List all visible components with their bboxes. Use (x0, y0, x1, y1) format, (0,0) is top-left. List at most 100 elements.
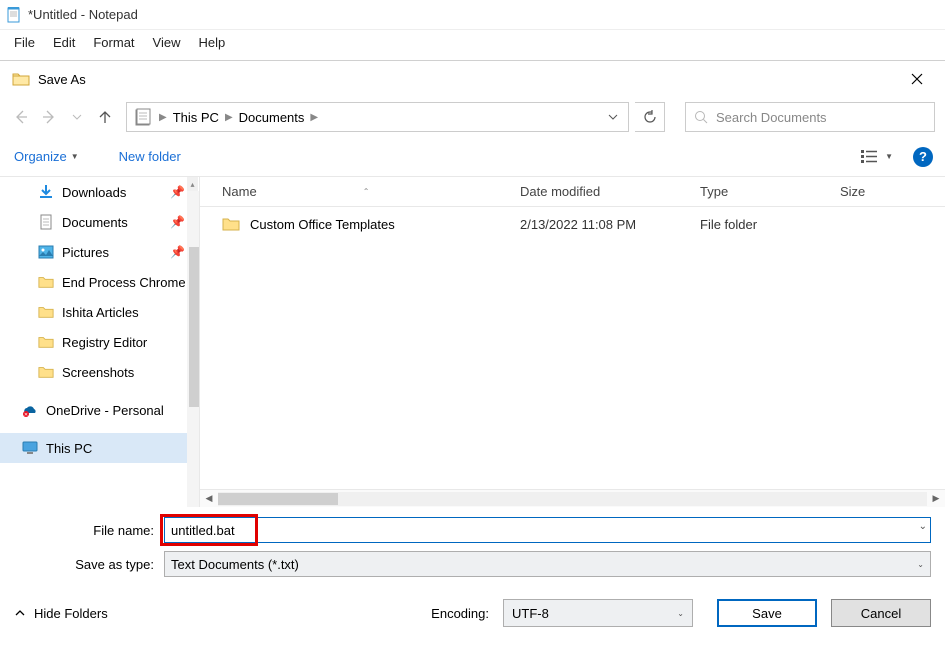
file-row[interactable]: Custom Office Templates 2/13/2022 11:08 … (200, 207, 945, 241)
column-date[interactable]: Date modified (520, 184, 700, 199)
folder-open-icon (12, 70, 30, 88)
nav-row: ▶ This PC ▶ Documents ▶ Search Documents (0, 97, 945, 137)
sidebar-item-pictures[interactable]: Pictures 📌 (0, 237, 199, 267)
search-box[interactable]: Search Documents (685, 102, 935, 132)
column-name[interactable]: Name⌃ (200, 184, 520, 199)
sidebar-item-label: Registry Editor (62, 335, 147, 350)
save-form: File name: ⌄ Save as type: Text Document… (0, 507, 945, 577)
nav-forward-button[interactable] (38, 106, 60, 128)
refresh-button[interactable] (635, 102, 665, 132)
pin-icon: 📌 (170, 185, 185, 199)
sidebar-item-label: Downloads (62, 185, 126, 200)
pin-icon: 📌 (170, 245, 185, 259)
dialog-toolbar: Organize ▼ New folder ▼ ? (0, 137, 945, 177)
thispc-icon (22, 440, 38, 456)
cancel-button[interactable]: Cancel (831, 599, 931, 627)
hscroll-thumb[interactable] (218, 493, 338, 505)
save-as-dialog: Save As ▶ This PC ▶ Documents ▶ Search D… (0, 60, 945, 655)
sidebar-item-folder[interactable]: Screenshots (0, 357, 199, 387)
sidebar-item-folder[interactable]: End Process Chrome (0, 267, 199, 297)
file-list: Name⌃ Date modified Type Size Custom Off… (200, 177, 945, 507)
sidebar-item-folder[interactable]: Registry Editor (0, 327, 199, 357)
pictures-icon (38, 244, 54, 260)
breadcrumb-folder[interactable]: Documents (235, 110, 309, 125)
search-icon (694, 110, 708, 124)
sidebar-item-downloads[interactable]: Downloads 📌 (0, 177, 199, 207)
folder-icon (38, 304, 54, 320)
save-button[interactable]: Save (717, 599, 817, 627)
notepad-title: *Untitled - Notepad (28, 7, 138, 22)
dialog-title: Save As (38, 72, 897, 87)
sidebar-scrollbar-thumb[interactable] (189, 247, 199, 407)
scroll-right-icon[interactable]: ▶ (927, 493, 945, 504)
view-options-button[interactable]: ▼ (859, 146, 895, 168)
chevron-right-icon[interactable]: ▶ (308, 112, 320, 123)
menu-format[interactable]: Format (85, 33, 142, 52)
sidebar-item-label: Ishita Articles (62, 305, 139, 320)
help-button[interactable]: ? (913, 147, 933, 167)
hide-folders-button[interactable]: Hide Folders (14, 606, 108, 621)
folder-icon (38, 274, 54, 290)
address-history-button[interactable] (600, 104, 626, 130)
notepad-menubar: File Edit Format View Help (0, 30, 945, 54)
notepad-icon (6, 7, 22, 23)
file-name: Custom Office Templates (250, 217, 395, 232)
chevron-down-icon: ⌄ (677, 609, 684, 618)
menu-help[interactable]: Help (190, 33, 233, 52)
folder-icon (38, 364, 54, 380)
nav-recent-button[interactable] (66, 106, 88, 128)
arrow-right-icon (41, 109, 57, 125)
column-type[interactable]: Type (700, 184, 840, 199)
sidebar-scroll-up[interactable] (187, 177, 198, 191)
menu-edit[interactable]: Edit (45, 33, 83, 52)
sidebar-item-label: End Process Chrome (62, 275, 186, 290)
organize-button[interactable]: Organize ▼ (12, 145, 81, 168)
nav-up-button[interactable] (94, 106, 116, 128)
sidebar-item-folder[interactable]: Ishita Articles (0, 297, 199, 327)
dialog-close-button[interactable] (897, 64, 937, 94)
download-icon (38, 184, 54, 200)
dialog-button-row: Hide Folders Encoding: UTF-8 ⌄ Save Canc… (0, 585, 945, 641)
breadcrumb-root[interactable]: This PC (169, 110, 223, 125)
saveastype-label: Save as type: (14, 557, 164, 572)
menu-view[interactable]: View (145, 33, 189, 52)
column-size[interactable]: Size (840, 184, 945, 199)
refresh-icon (643, 110, 657, 124)
sidebar-item-label: Screenshots (62, 365, 134, 380)
chevron-right-icon[interactable]: ▶ (157, 112, 169, 123)
chevron-down-icon[interactable]: ⌄ (919, 521, 927, 532)
nav-back-button[interactable] (10, 106, 32, 128)
sidebar-item-label: This PC (46, 441, 92, 456)
sidebar-item-label: Pictures (62, 245, 109, 260)
svg-text:✕: ✕ (24, 412, 28, 418)
view-details-icon (861, 150, 879, 164)
arrow-up-icon (97, 109, 113, 125)
sidebar-item-onedrive[interactable]: ✕ OneDrive - Personal (0, 395, 199, 425)
sidebar-item-thispc[interactable]: This PC (0, 433, 199, 463)
search-placeholder: Search Documents (716, 110, 827, 125)
onedrive-icon: ✕ (22, 402, 38, 418)
scroll-left-icon[interactable]: ◀ (200, 493, 218, 504)
sidebar-item-documents[interactable]: Documents 📌 (0, 207, 199, 237)
file-list-hscroll[interactable]: ◀ ▶ (200, 489, 945, 507)
document-icon (38, 214, 54, 230)
new-folder-button[interactable]: New folder (117, 145, 183, 168)
documents-icon (133, 107, 153, 127)
dialog-titlebar: Save As (0, 61, 945, 97)
notepad-titlebar: *Untitled - Notepad (0, 0, 945, 30)
sort-caret-icon: ⌃ (363, 187, 370, 196)
arrow-left-icon (13, 109, 29, 125)
filename-input[interactable] (164, 517, 931, 543)
address-bar[interactable]: ▶ This PC ▶ Documents ▶ (126, 102, 629, 132)
folder-icon (38, 334, 54, 350)
saveastype-select[interactable]: Text Documents (*.txt) ⌄ (164, 551, 931, 577)
sidebar-item-label: OneDrive - Personal (46, 403, 164, 418)
column-headers: Name⌃ Date modified Type Size (200, 177, 945, 207)
pin-icon: 📌 (170, 215, 185, 229)
encoding-select[interactable]: UTF-8 ⌄ (503, 599, 693, 627)
folder-icon (222, 216, 240, 232)
sidebar-item-label: Documents (62, 215, 128, 230)
menu-file[interactable]: File (6, 33, 43, 52)
chevron-down-icon: ▼ (885, 152, 893, 161)
chevron-right-icon[interactable]: ▶ (223, 112, 235, 123)
